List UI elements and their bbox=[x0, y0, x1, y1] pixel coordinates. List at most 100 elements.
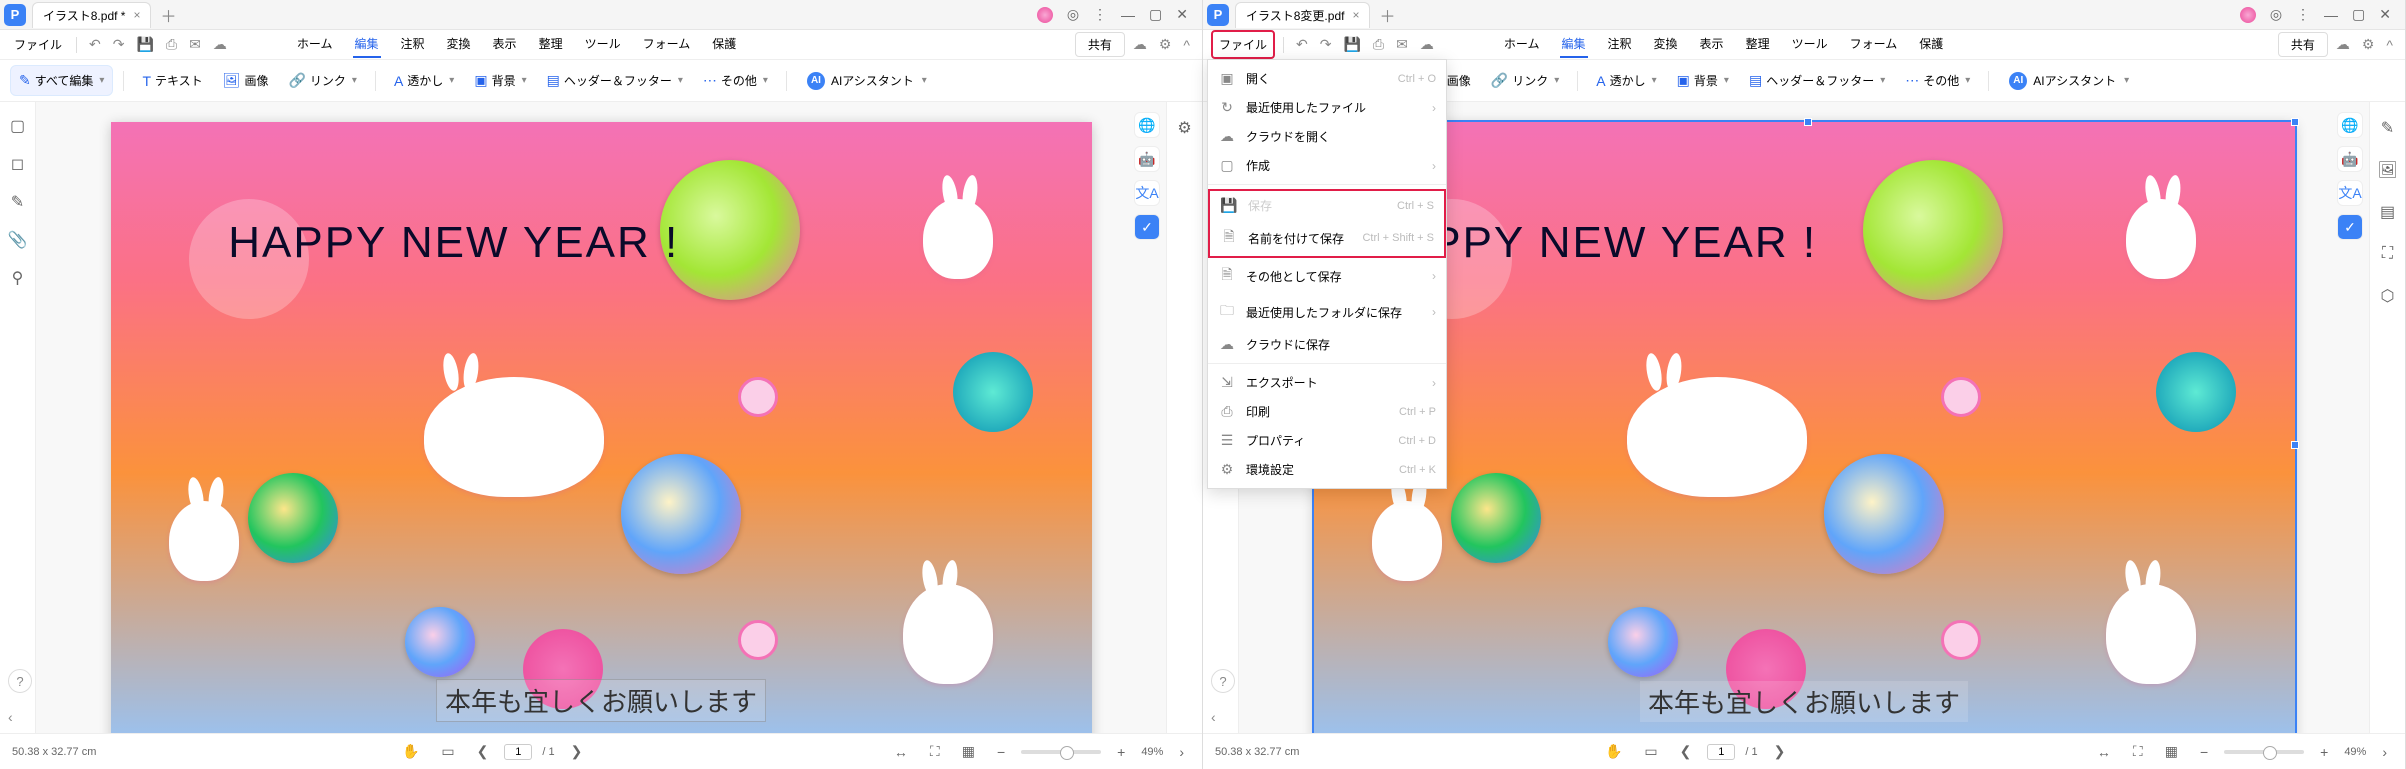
zoom-in-icon[interactable]: + bbox=[1111, 744, 1131, 760]
float-ai-icon[interactable]: 文A bbox=[1134, 180, 1160, 206]
fit-page-icon[interactable]: ⛶ bbox=[924, 743, 946, 760]
fit-page-icon[interactable]: ⛶ bbox=[2127, 743, 2149, 760]
collapse-icon[interactable]: ^ bbox=[2382, 37, 2397, 53]
thumbnails-icon[interactable]: ▢ bbox=[10, 116, 25, 136]
minimize-icon[interactable]: ― bbox=[2324, 7, 2338, 23]
undo-icon[interactable]: ↶ bbox=[1292, 36, 1312, 53]
tab-protect[interactable]: 保護 bbox=[1917, 31, 1945, 58]
float-translate-icon[interactable]: 🌐 bbox=[1134, 112, 1160, 138]
ai-assistant-button[interactable]: AIAIアシスタント▾ bbox=[797, 66, 937, 96]
menu-save-as[interactable]: 🗎名前を付けて保存Ctrl + Shift + S bbox=[1210, 220, 1444, 256]
select-icon[interactable]: ▭ bbox=[435, 743, 460, 760]
new-tab-button[interactable]: ＋ bbox=[157, 4, 179, 26]
hand-icon[interactable]: ✋ bbox=[1599, 743, 1628, 760]
tab-form[interactable]: フォーム bbox=[641, 31, 693, 58]
other-button[interactable]: ⋯その他▾ bbox=[695, 66, 776, 95]
menu-create[interactable]: ▢作成› bbox=[1208, 151, 1446, 180]
page[interactable]: PPY NEW YEAR ! 本年も宜しくお願いします bbox=[1314, 122, 2295, 733]
view-mode-icon[interactable]: ▦ bbox=[2159, 743, 2184, 760]
menu-cloud-save[interactable]: ☁クラウドに保存 bbox=[1208, 330, 1446, 359]
tab-home[interactable]: ホーム bbox=[295, 31, 335, 58]
header-footer-button[interactable]: ▤ヘッダー＆フッター▾ bbox=[1741, 66, 1893, 95]
other-button[interactable]: ⋯その他▾ bbox=[1897, 66, 1978, 95]
zoom-out-icon[interactable]: − bbox=[2194, 744, 2214, 760]
float-ai-icon[interactable]: 文A bbox=[2337, 180, 2363, 206]
float-check-icon[interactable]: ✓ bbox=[1134, 214, 1160, 240]
page-footer-text[interactable]: 本年も宜しくお願いします bbox=[1640, 681, 1968, 722]
tab-view[interactable]: 表示 bbox=[491, 31, 519, 58]
chevron-left-icon[interactable]: ‹ bbox=[1211, 709, 1216, 725]
tab-view[interactable]: 表示 bbox=[1698, 31, 1726, 58]
page-input[interactable] bbox=[504, 744, 532, 760]
minimize-icon[interactable]: ― bbox=[1121, 7, 1135, 23]
sync-icon[interactable]: ◎ bbox=[2270, 6, 2282, 23]
tab-annotate[interactable]: 注釈 bbox=[399, 31, 427, 58]
print-icon[interactable]: ⎙ bbox=[162, 36, 181, 53]
page-footer-text[interactable]: 本年も宜しくお願いします bbox=[436, 679, 766, 722]
crop-panel-icon[interactable]: ⛶ bbox=[2376, 242, 2400, 266]
bookmarks-icon[interactable]: ◻ bbox=[11, 154, 24, 174]
zoom-in-icon[interactable]: + bbox=[2314, 744, 2334, 760]
chevron-right-icon[interactable]: › bbox=[1173, 744, 1190, 760]
menu-cloud-open[interactable]: ☁クラウドを開く bbox=[1208, 122, 1446, 151]
text-button[interactable]: Tテキスト bbox=[134, 66, 210, 95]
undo-icon[interactable]: ↶ bbox=[85, 36, 105, 53]
prev-page-icon[interactable]: ❮ bbox=[471, 743, 495, 760]
tab-home[interactable]: ホーム bbox=[1502, 31, 1542, 58]
cloud-upload-icon[interactable]: ☁ bbox=[2332, 36, 2354, 53]
tab-organize[interactable]: 整理 bbox=[1744, 31, 1772, 58]
settings-icon[interactable]: ⚙ bbox=[2358, 36, 2379, 53]
file-menu[interactable]: ファイル bbox=[1211, 30, 1275, 59]
document-tab[interactable]: イラスト8.pdf * × bbox=[32, 2, 151, 28]
help-icon[interactable]: ? bbox=[8, 669, 32, 693]
prev-page-icon[interactable]: ❮ bbox=[1674, 743, 1698, 760]
image-button[interactable]: 🖼画像 bbox=[215, 66, 277, 95]
tab-tools[interactable]: ツール bbox=[583, 31, 623, 58]
user-avatar[interactable] bbox=[1037, 7, 1053, 23]
cloud-icon[interactable]: ☁ bbox=[1416, 36, 1438, 53]
maximize-icon[interactable]: ▢ bbox=[1149, 6, 1162, 23]
share-button[interactable]: 共有 bbox=[1075, 32, 1125, 57]
close-window-icon[interactable]: ✕ bbox=[1176, 6, 1188, 23]
select-icon[interactable]: ▭ bbox=[1638, 743, 1663, 760]
tab-annotate[interactable]: 注釈 bbox=[1606, 31, 1634, 58]
link-button[interactable]: 🔗リンク▾ bbox=[1483, 66, 1567, 95]
tab-tools[interactable]: ツール bbox=[1790, 31, 1830, 58]
menu-prefs[interactable]: ⚙環境設定Ctrl + K bbox=[1208, 455, 1446, 484]
cloud-icon[interactable]: ☁ bbox=[209, 36, 231, 53]
tab-form[interactable]: フォーム bbox=[1848, 31, 1900, 58]
file-menu[interactable]: ファイル bbox=[8, 32, 68, 57]
menu-open[interactable]: ▣開くCtrl + O bbox=[1208, 64, 1446, 93]
hand-icon[interactable]: ✋ bbox=[396, 743, 425, 760]
share-button[interactable]: 共有 bbox=[2278, 32, 2328, 57]
page[interactable]: HAPPY NEW YEAR ! 本年も宜しくお願いします bbox=[111, 122, 1092, 733]
tab-organize[interactable]: 整理 bbox=[537, 31, 565, 58]
attach-icon[interactable]: ✉ bbox=[185, 36, 205, 53]
user-avatar[interactable] bbox=[2240, 7, 2256, 23]
redo-icon[interactable]: ↷ bbox=[109, 36, 129, 53]
edit-panel-icon[interactable]: ✎ bbox=[2376, 116, 2400, 140]
tab-edit[interactable]: 編集 bbox=[1560, 31, 1588, 58]
save-icon[interactable]: 💾 bbox=[132, 36, 157, 53]
collapse-icon[interactable]: ^ bbox=[1179, 37, 1194, 53]
tab-convert[interactable]: 変換 bbox=[445, 31, 473, 58]
next-page-icon[interactable]: ❯ bbox=[1768, 743, 1792, 760]
cloud-upload-icon[interactable]: ☁ bbox=[1129, 36, 1151, 53]
new-tab-button[interactable]: ＋ bbox=[1376, 4, 1398, 26]
tab-protect[interactable]: 保護 bbox=[710, 31, 738, 58]
close-window-icon[interactable]: ✕ bbox=[2379, 6, 2391, 23]
next-page-icon[interactable]: ❯ bbox=[565, 743, 589, 760]
print-icon[interactable]: ⎙ bbox=[1369, 36, 1388, 53]
help-icon[interactable]: ? bbox=[1211, 669, 1235, 693]
link-button[interactable]: 🔗リンク▾ bbox=[280, 66, 364, 95]
redo-icon[interactable]: ↷ bbox=[1316, 36, 1336, 53]
zoom-out-icon[interactable]: − bbox=[991, 744, 1011, 760]
background-button[interactable]: ▣背景▾ bbox=[466, 66, 534, 95]
page-panel-icon[interactable]: ▤ bbox=[2376, 200, 2400, 224]
image-panel-icon[interactable]: 🖼 bbox=[2376, 158, 2400, 182]
attach-icon[interactable]: ✉ bbox=[1392, 36, 1412, 53]
float-translate-icon[interactable]: 🌐 bbox=[2337, 112, 2363, 138]
view-mode-icon[interactable]: ▦ bbox=[956, 743, 981, 760]
float-robot-icon[interactable]: 🤖 bbox=[1134, 146, 1160, 172]
save-icon[interactable]: 💾 bbox=[1339, 36, 1364, 53]
